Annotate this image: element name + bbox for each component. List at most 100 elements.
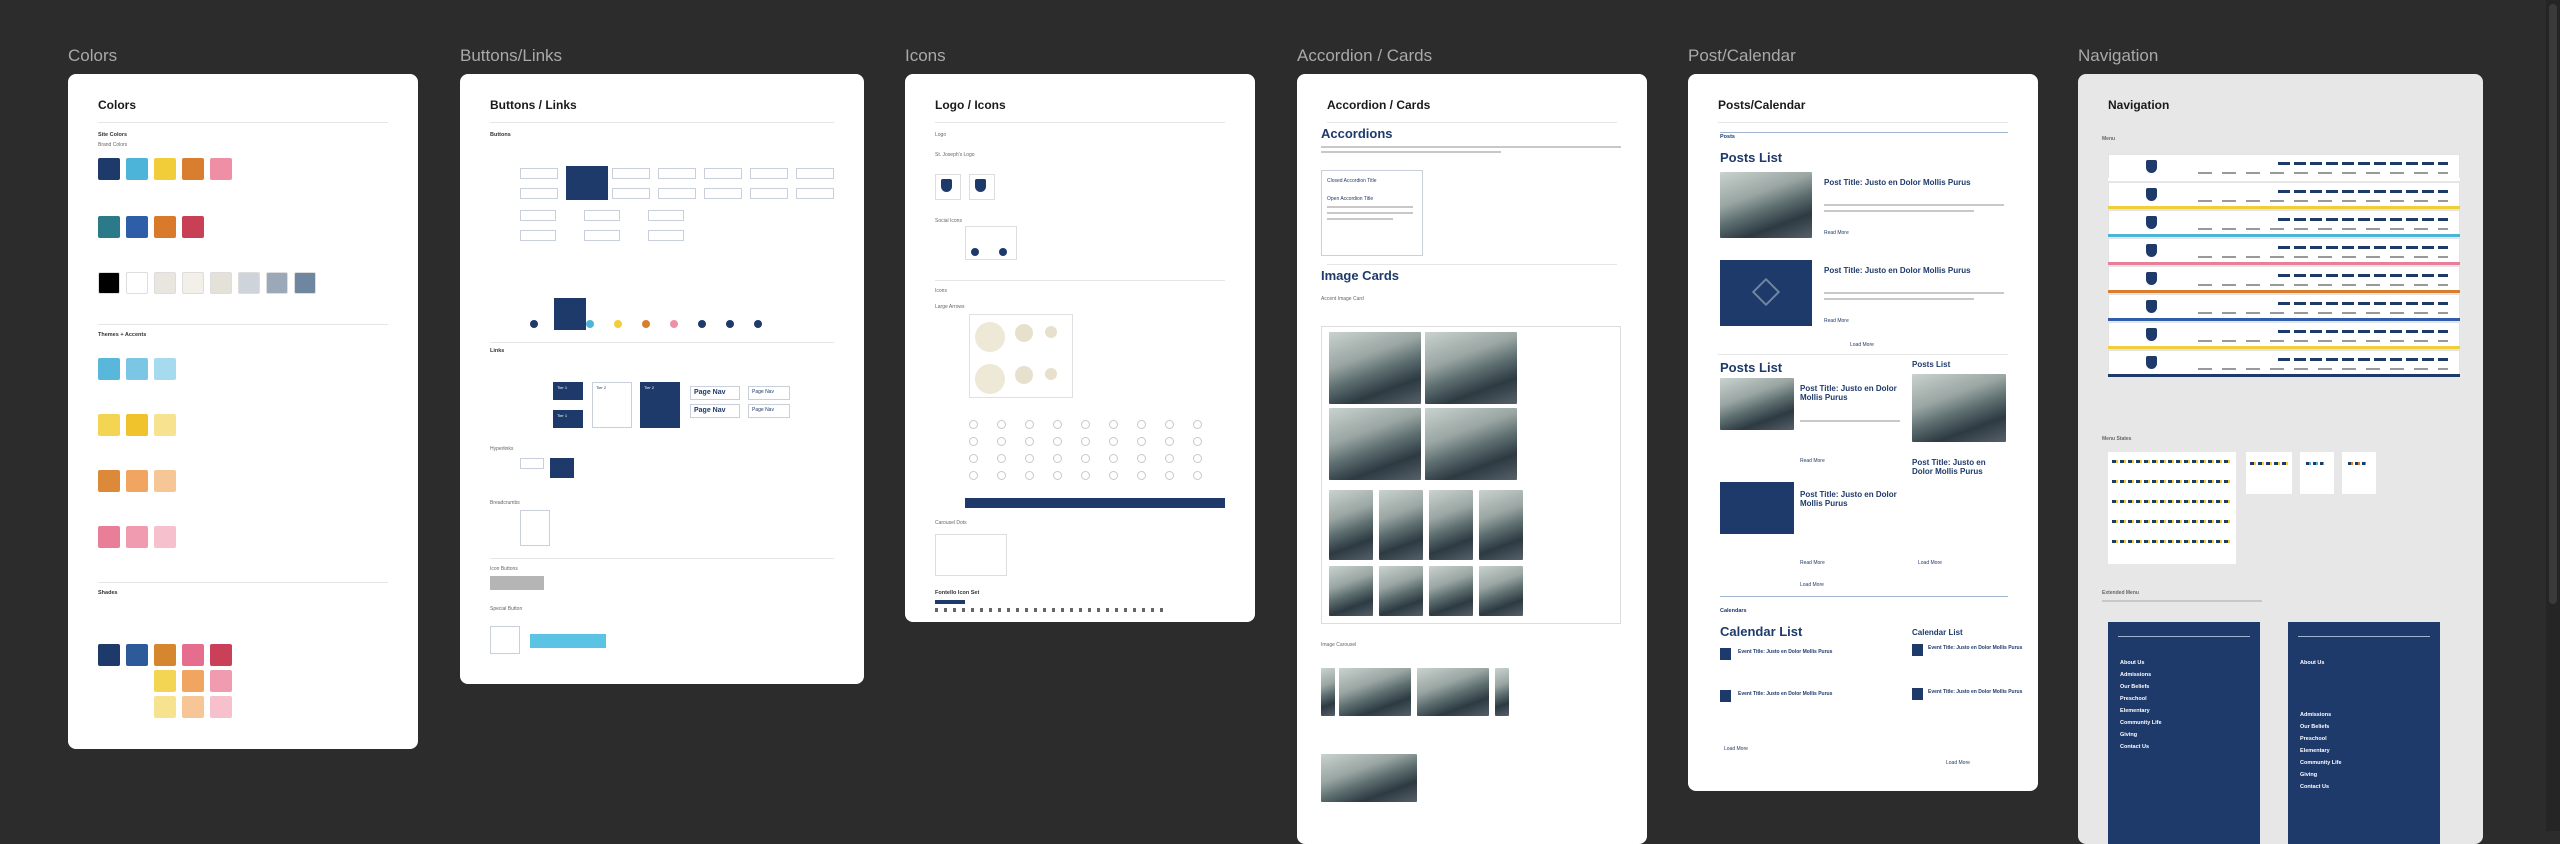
frame-label-icons[interactable]: Icons bbox=[905, 46, 946, 66]
scrollbar-thumb[interactable] bbox=[2549, 4, 2557, 604]
read-more-link[interactable]: Read More bbox=[1800, 458, 1825, 464]
menu-bar[interactable] bbox=[2108, 266, 2460, 292]
ghost-button[interactable] bbox=[648, 230, 684, 241]
load-more-button[interactable]: Load More bbox=[1800, 582, 1824, 588]
menu-bar[interactable] bbox=[2108, 210, 2460, 236]
ghost-button[interactable] bbox=[584, 230, 620, 241]
extended-menu-link[interactable]: Preschool bbox=[2300, 736, 2327, 742]
post-title[interactable]: Post Title: Justo en Dolor Mollis Purus bbox=[1800, 490, 1906, 508]
extended-menu-link[interactable]: Preschool bbox=[2120, 696, 2147, 702]
button-sample[interactable] bbox=[796, 168, 834, 179]
accordion-closed[interactable]: Closed Accordion Title bbox=[1327, 178, 1376, 184]
round-button[interactable] bbox=[530, 320, 538, 328]
frame-label-navigation[interactable]: Navigation bbox=[2078, 46, 2158, 66]
hyperlink-hover[interactable] bbox=[550, 458, 574, 478]
read-more-link[interactable]: Read More bbox=[1800, 560, 1825, 566]
tier2-menu[interactable]: Tier 2 bbox=[592, 382, 632, 428]
round-button[interactable] bbox=[698, 320, 706, 328]
image-card[interactable] bbox=[1329, 566, 1373, 616]
page-nav-button[interactable]: Page Nav bbox=[690, 386, 740, 400]
extended-menu-link[interactable]: Our Beliefs bbox=[2300, 724, 2329, 730]
read-more-link[interactable]: Read More bbox=[1824, 230, 1849, 236]
extended-menu-link[interactable]: Giving bbox=[2120, 732, 2137, 738]
extended-menu-link[interactable]: Community Life bbox=[2120, 720, 2162, 726]
buttons-board[interactable]: Buttons / Links Buttons Links Tier 1 Tie… bbox=[460, 74, 864, 684]
button-sample[interactable] bbox=[750, 188, 788, 199]
read-more-link[interactable]: Read More bbox=[1824, 318, 1849, 324]
post-title[interactable]: Post Title: Justo en Dolor Mollis Purus bbox=[1824, 266, 1994, 275]
icon-button-group[interactable] bbox=[490, 576, 544, 590]
round-button[interactable] bbox=[614, 320, 622, 328]
button-sample[interactable] bbox=[612, 168, 650, 179]
image-card[interactable] bbox=[1429, 490, 1473, 560]
round-button[interactable] bbox=[642, 320, 650, 328]
tier-button[interactable]: Tier 1 bbox=[553, 382, 583, 400]
ghost-button[interactable] bbox=[584, 210, 620, 221]
load-more-button[interactable]: Load More bbox=[1946, 760, 1970, 766]
breadcrumb[interactable] bbox=[520, 510, 550, 546]
button-sample[interactable] bbox=[612, 188, 650, 199]
image-card[interactable] bbox=[1329, 490, 1373, 560]
post-title[interactable]: Post Title: Justo en Dolor Mollis Purus bbox=[1824, 178, 1994, 187]
extended-menu-link[interactable]: Community Life bbox=[2300, 760, 2342, 766]
load-more-button[interactable]: Load More bbox=[1850, 342, 1874, 348]
extended-menu-link[interactable]: Admissions bbox=[2300, 712, 2331, 718]
post-title[interactable]: Post Title: Justo en Dolor Mollis Purus bbox=[1912, 458, 2008, 476]
extended-menu-link[interactable]: Admissions bbox=[2120, 672, 2151, 678]
menu-bar[interactable] bbox=[2108, 294, 2460, 320]
extended-menu-link[interactable]: Giving bbox=[2300, 772, 2317, 778]
special-button[interactable] bbox=[490, 626, 520, 654]
extended-menu-link[interactable]: Elementary bbox=[2120, 708, 2150, 714]
extended-menu-link[interactable]: Elementary bbox=[2300, 748, 2330, 754]
accordion-board[interactable]: Accordion / Cards Accordions Closed Acco… bbox=[1297, 74, 1647, 844]
image-card[interactable] bbox=[1425, 408, 1517, 480]
frame-label-posts[interactable]: Post/Calendar bbox=[1688, 46, 1796, 66]
button-sample[interactable] bbox=[796, 188, 834, 199]
button-sample[interactable] bbox=[658, 168, 696, 179]
load-more-button[interactable]: Load More bbox=[1724, 746, 1748, 752]
load-more-button[interactable]: Load More bbox=[1918, 560, 1942, 566]
event-title[interactable]: Event Title: Justo en Dolor Mollis Purus bbox=[1928, 645, 2022, 651]
navigation-board[interactable]: Navigation Menu Menu States Extended Men… bbox=[2078, 74, 2483, 844]
ghost-button[interactable] bbox=[648, 210, 684, 221]
button-sample[interactable] bbox=[750, 168, 788, 179]
button-sample[interactable] bbox=[704, 168, 742, 179]
menu-bar[interactable] bbox=[2108, 350, 2460, 376]
button-sample[interactable] bbox=[520, 188, 558, 199]
image-card[interactable] bbox=[1425, 332, 1517, 404]
round-button[interactable] bbox=[726, 320, 734, 328]
event-title[interactable]: Event Title: Justo en Dolor Mollis Purus bbox=[1738, 649, 1832, 655]
tier-button[interactable]: Tier 1 bbox=[553, 410, 583, 428]
round-button[interactable] bbox=[586, 320, 594, 328]
menu-bar[interactable] bbox=[2108, 322, 2460, 348]
image-card[interactable] bbox=[1329, 408, 1421, 480]
event-title[interactable]: Event Title: Justo en Dolor Mollis Purus bbox=[1738, 691, 1832, 697]
image-card[interactable] bbox=[1379, 490, 1423, 560]
round-button[interactable] bbox=[670, 320, 678, 328]
button-sample[interactable] bbox=[704, 188, 742, 199]
menu-bar[interactable] bbox=[2108, 182, 2460, 208]
button-sample[interactable] bbox=[520, 168, 558, 179]
frame-label-accordion[interactable]: Accordion / Cards bbox=[1297, 46, 1432, 66]
posts-board[interactable]: Posts/Calendar Posts Posts List Post Tit… bbox=[1688, 74, 2038, 791]
button-sample[interactable] bbox=[658, 188, 696, 199]
image-card[interactable] bbox=[1429, 566, 1473, 616]
extended-menu-link[interactable]: About Us bbox=[2120, 660, 2144, 666]
menu-bar[interactable] bbox=[2108, 154, 2460, 180]
event-title[interactable]: Event Title: Justo en Dolor Mollis Purus bbox=[1928, 689, 2022, 695]
image-card[interactable] bbox=[1479, 566, 1523, 616]
icons-board[interactable]: Logo / Icons Logo St. Joseph's Logo Soci… bbox=[905, 74, 1255, 622]
page-nav-small[interactable]: Page Nav bbox=[748, 386, 790, 400]
frame-label-colors[interactable]: Colors bbox=[68, 46, 117, 66]
hyperlink[interactable] bbox=[520, 458, 544, 469]
tier2-menu-active[interactable]: Tier 2 bbox=[640, 382, 680, 428]
page-nav-small[interactable]: Page Nav bbox=[748, 404, 790, 418]
extended-menu-link[interactable]: Contact Us bbox=[2300, 784, 2329, 790]
ghost-button[interactable] bbox=[520, 210, 556, 221]
extended-menu-link[interactable]: Contact Us bbox=[2120, 744, 2149, 750]
round-button[interactable] bbox=[754, 320, 762, 328]
post-title[interactable]: Post Title: Justo en Dolor Mollis Purus bbox=[1800, 384, 1906, 402]
image-card[interactable] bbox=[1379, 566, 1423, 616]
frame-label-buttons[interactable]: Buttons/Links bbox=[460, 46, 562, 66]
image-card[interactable] bbox=[1479, 490, 1523, 560]
